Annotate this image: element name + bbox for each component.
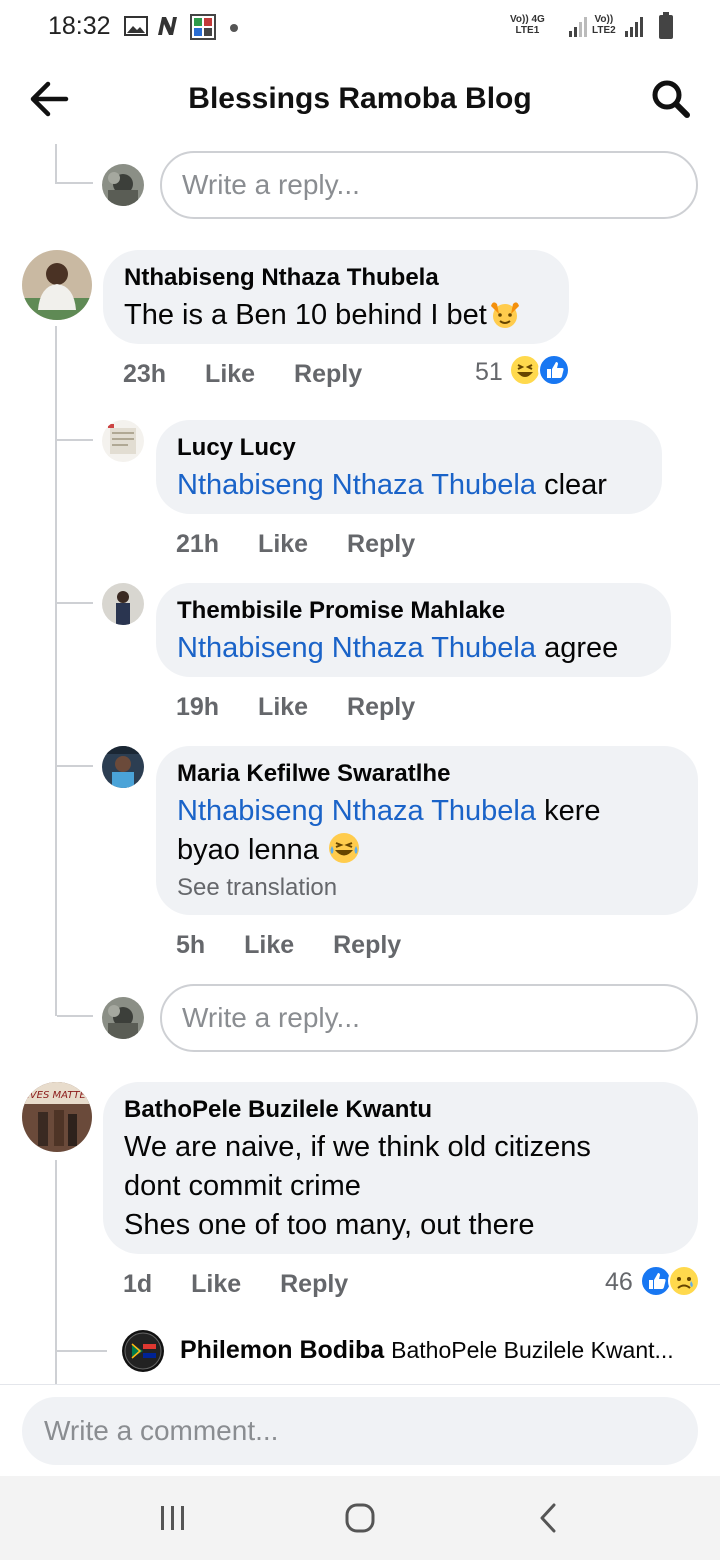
n-app-icon [158, 17, 177, 35]
reply-time: 5h [176, 931, 206, 959]
reply-text: Nthabiseng Nthaza Thubela clear [177, 469, 607, 501]
reply-author[interactable]: Philemon Bodiba [180, 1336, 384, 1364]
comment-time: 1d [123, 1270, 153, 1298]
avatar[interactable] [22, 250, 92, 320]
tears-of-joy-emoji-icon [328, 833, 359, 863]
reply-author[interactable]: Lucy Lucy [177, 434, 640, 462]
thread-connector [57, 765, 93, 767]
comment-bubble: Nthabiseng Nthaza Thubela The is a Ben 1… [103, 250, 569, 344]
reply-link[interactable]: Reply [280, 1270, 348, 1298]
avatar[interactable]: LIVES MATTER [22, 1082, 92, 1152]
mention-link[interactable]: Nthabiseng Nthaza Thubela [177, 795, 536, 827]
mention-link[interactable]: Nthabiseng Nthaza Thubela [177, 632, 536, 664]
home-icon[interactable] [344, 1502, 376, 1534]
battery-icon [659, 12, 673, 39]
avatar[interactable] [102, 164, 144, 206]
reply-meta: 5h Like Reply [176, 931, 401, 960]
comment-input[interactable] [22, 1397, 698, 1465]
comment-text: The is a Ben 10 behind I bet [124, 296, 547, 335]
mention-link[interactable]: Nthabiseng Nthaza Thubela [177, 469, 536, 501]
reply-link[interactable]: Reply [347, 693, 415, 721]
thread-connector [57, 439, 93, 441]
reply-box[interactable] [160, 984, 698, 1052]
reply-author[interactable]: Thembisile Promise Mahlake [177, 597, 649, 625]
system-nav-bar [0, 1476, 720, 1560]
thread-line [55, 326, 57, 1016]
network-sim2: Vo)) LTE2 [592, 14, 616, 36]
reply-meta: 21h Like Reply [176, 530, 415, 559]
comment-author[interactable]: BathoPele Buzilele Kwantu [124, 1096, 676, 1124]
reply-preview-text: BathoPele Buzilele Kwant... [391, 1337, 674, 1363]
raising-hands-emoji-icon [490, 302, 519, 328]
recent-apps-icon[interactable] [158, 1504, 188, 1532]
like-link[interactable]: Like [191, 1270, 241, 1298]
search-icon[interactable] [650, 78, 692, 120]
status-time: 18:32 [48, 12, 111, 40]
reply-preview[interactable]: Philemon Bodiba BathoPele Buzilele Kwant… [180, 1336, 674, 1365]
reaction-count[interactable]: 51 [475, 358, 503, 387]
sad-emoji-icon [668, 1265, 700, 1297]
page-title: Blessings Ramoba Blog [188, 82, 532, 115]
reply-meta: 19h Like Reply [176, 693, 415, 722]
thread-connector [57, 1350, 107, 1352]
gallery-icon [124, 16, 148, 36]
like-link[interactable]: Like [205, 360, 255, 388]
grid-app-icon [190, 14, 216, 40]
reply-bubble: Thembisile Promise Mahlake Nthabiseng Nt… [156, 583, 671, 677]
comment-text: We are naive, if we think old citizens d… [124, 1131, 591, 1241]
reaction-count[interactable]: 46 [605, 1268, 633, 1297]
avatar[interactable] [102, 420, 144, 462]
thread-connector [55, 182, 93, 184]
reply-bubble: Maria Kefilwe Swaratlhe Nthabiseng Nthaz… [156, 746, 698, 915]
reply-input[interactable] [162, 986, 696, 1050]
comment-bubble: BathoPele Buzilele Kwantu We are naive, … [103, 1082, 698, 1254]
see-translation-link[interactable]: See translation [177, 874, 676, 902]
reply-bubble: Lucy Lucy Nthabiseng Nthaza Thubela clea… [156, 420, 662, 514]
reply-time: 21h [176, 530, 220, 558]
avatar[interactable] [102, 997, 144, 1039]
svg-text:LIVES MATTER: LIVES MATTER [22, 1090, 92, 1101]
back-nav-icon[interactable] [536, 1502, 560, 1534]
avatar[interactable] [122, 1330, 164, 1372]
reply-box[interactable] [160, 151, 698, 219]
network-sim1: Vo)) 4G LTE1 [510, 14, 545, 36]
reply-link[interactable]: Reply [294, 360, 362, 388]
avatar[interactable] [102, 746, 144, 788]
comment-meta: 1d Like Reply [123, 1270, 348, 1299]
comment-meta: 23h Like Reply [123, 360, 362, 389]
thread-connector [57, 602, 93, 604]
reply-text: Nthabiseng Nthaza Thubela agree [177, 632, 619, 664]
reply-link[interactable]: Reply [347, 530, 415, 558]
reply-input[interactable] [162, 153, 696, 217]
comment-author[interactable]: Nthabiseng Nthaza Thubela [124, 264, 547, 292]
app-header: Blessings Ramoba Blog [0, 56, 720, 144]
notification-dot [230, 24, 238, 32]
comment-time: 23h [123, 360, 167, 388]
comment-input-box[interactable] [22, 1397, 698, 1465]
thread-connector [55, 144, 57, 184]
reply-text: Nthabiseng Nthaza Thubela kere byao lenn… [177, 795, 601, 866]
like-thumb-icon [538, 354, 570, 386]
reply-author[interactable]: Maria Kefilwe Swaratlhe [177, 760, 676, 788]
thread-connector [57, 1015, 93, 1017]
reply-link[interactable]: Reply [333, 931, 401, 959]
laughing-emoji-icon [509, 354, 541, 386]
signal-icon [625, 17, 643, 37]
comment-bar [0, 1384, 720, 1476]
like-link[interactable]: Like [244, 931, 294, 959]
status-bar: 18:32 Vo)) 4G LTE1 Vo)) LTE2 [0, 0, 720, 56]
like-link[interactable]: Like [258, 693, 308, 721]
reply-time: 19h [176, 693, 220, 721]
like-link[interactable]: Like [258, 530, 308, 558]
avatar[interactable] [102, 583, 144, 625]
signal-icon [569, 17, 587, 37]
